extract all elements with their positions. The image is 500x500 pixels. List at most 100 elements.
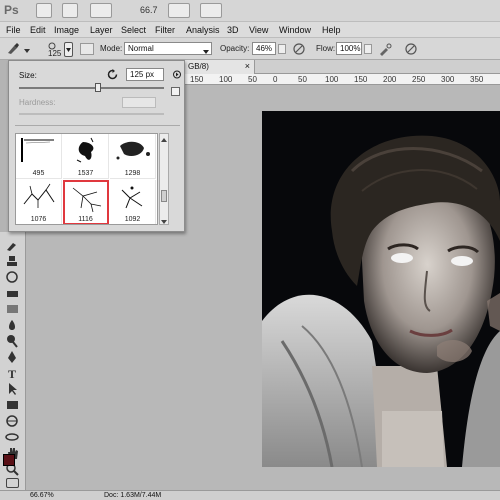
brush-preset-number: 1298	[124, 170, 141, 177]
flow-slider-arrow-icon[interactable]	[364, 44, 372, 54]
mode-label: Mode:	[100, 44, 123, 53]
clone-stamp-icon[interactable]	[5, 254, 20, 268]
airbrush-icon[interactable]	[378, 42, 392, 56]
type-icon[interactable]: T	[5, 366, 20, 381]
arrange-documents-button[interactable]	[168, 3, 190, 18]
status-bar: 66.67% Doc: 1.63M/7.44M	[0, 490, 500, 500]
preset-list-scrollbar[interactable]	[159, 133, 169, 225]
ruler-tick: 350	[470, 75, 484, 84]
menu-layer[interactable]: Layer	[90, 25, 113, 35]
path-selection-icon[interactable]	[5, 382, 20, 396]
brush-tool-chevron-icon[interactable]	[24, 46, 30, 53]
horizontal-ruler: 150 100 50 0 50 100 150 200 250 300 350	[185, 74, 500, 85]
screen-mode-button[interactable]	[200, 3, 222, 18]
opacity-label: Opacity:	[220, 44, 250, 53]
ruler-tick: 50	[248, 75, 257, 84]
brush-preset-1092[interactable]: 1092	[110, 180, 156, 224]
new-preset-icon[interactable]	[171, 87, 180, 96]
ruler-tick: 100	[325, 75, 339, 84]
brush-preset-1537[interactable]: 1537	[63, 134, 109, 179]
reset-size-icon[interactable]	[107, 69, 118, 80]
gradient-icon[interactable]	[5, 302, 20, 316]
brush-size-readout: 125	[48, 49, 62, 58]
scroll-down-icon[interactable]	[161, 217, 167, 224]
menu-view[interactable]: View	[249, 25, 268, 35]
brush-tool-icon[interactable]	[5, 42, 21, 56]
blur-icon[interactable]	[5, 318, 20, 332]
size-slider-track[interactable]	[19, 87, 164, 89]
flow-label: Flow:	[316, 44, 336, 53]
brush-picker-button[interactable]	[64, 42, 73, 57]
options-bar: 125 Mode: Normal Opacity: 46% Flow: 100%	[0, 38, 500, 60]
3d-rotate-icon[interactable]	[5, 414, 20, 428]
brush-preset-1076[interactable]: 1076	[16, 180, 62, 224]
brush-preset-number: 1116	[78, 216, 93, 223]
ruler-tick: 150	[354, 75, 368, 84]
zoom-level[interactable]: 66.7	[140, 5, 158, 15]
panel-menu-arrow-icon[interactable]	[173, 70, 181, 79]
brush-preset-number: 1092	[124, 216, 141, 223]
flow-field[interactable]: 100%	[336, 42, 362, 55]
size-slider-thumb[interactable]	[95, 83, 101, 92]
brush-preset-1298[interactable]: 1298	[110, 134, 156, 179]
hardness-slider-track	[19, 113, 164, 115]
3d-orbit-icon[interactable]	[5, 430, 20, 444]
menu-analysis[interactable]: Analysis	[186, 25, 220, 35]
opacity-field[interactable]: 46%	[252, 42, 276, 55]
pen-icon[interactable]	[5, 350, 20, 364]
mini-bridge-button[interactable]	[62, 3, 78, 18]
photoshop-logo: Ps	[4, 3, 19, 17]
menu-window[interactable]: Window	[279, 25, 311, 35]
menu-edit[interactable]: Edit	[30, 25, 46, 35]
brush-preset-number: 1537	[77, 170, 94, 177]
brush-tool-icon[interactable]	[5, 238, 20, 252]
view-extras-button[interactable]	[90, 3, 112, 18]
pressure-size-icon[interactable]	[404, 42, 418, 56]
scroll-thumb[interactable]	[161, 190, 167, 202]
mode-select[interactable]: Normal	[124, 42, 212, 55]
brush-preset-number: 495	[32, 170, 45, 177]
eraser-icon[interactable]	[5, 286, 20, 300]
foreground-color-swatch[interactable]	[3, 454, 15, 466]
quick-mask-icon[interactable]	[6, 478, 19, 488]
ruler-tick: 250	[412, 75, 426, 84]
pressure-opacity-icon[interactable]	[292, 42, 306, 56]
app-bar: Ps 66.7	[0, 0, 500, 22]
ruler-tick: 100	[219, 75, 233, 84]
history-brush-icon[interactable]	[5, 270, 20, 284]
brush-preset-number: 1076	[30, 216, 47, 223]
menu-file[interactable]: File	[6, 25, 21, 35]
document-tab-strip: GB/8) ×	[185, 60, 500, 74]
ruler-tick: 300	[441, 75, 455, 84]
document-tab-label: GB/8)	[188, 62, 209, 71]
size-label: Size:	[19, 71, 37, 80]
scroll-up-icon[interactable]	[161, 135, 167, 142]
document-tab[interactable]: GB/8) ×	[185, 60, 255, 74]
opacity-slider-arrow-icon[interactable]	[278, 44, 286, 54]
menu-image[interactable]: Image	[54, 25, 79, 35]
brush-preset-1116[interactable]: 1116	[63, 180, 109, 224]
divider	[15, 125, 180, 126]
hardness-field	[122, 97, 156, 108]
menu-filter[interactable]: Filter	[155, 25, 175, 35]
menu-3d[interactable]: 3D	[227, 25, 239, 35]
size-field[interactable]: 125 px	[126, 68, 164, 81]
mode-value: Normal	[128, 44, 154, 53]
menu-select[interactable]: Select	[121, 25, 146, 35]
brush-preset-list[interactable]: 495 1537 1298 1076 1116 1092	[15, 133, 158, 225]
hardness-label: Hardness:	[19, 98, 56, 107]
chevron-down-icon	[203, 47, 209, 56]
canvas-image[interactable]	[262, 111, 500, 467]
close-icon[interactable]: ×	[245, 61, 250, 71]
menu-help[interactable]: Help	[322, 25, 341, 35]
brush-preset-495[interactable]: 495	[16, 134, 62, 179]
bridge-button[interactable]	[36, 3, 52, 18]
tools-panel: T	[0, 232, 26, 494]
svg-text:T: T	[8, 367, 16, 380]
dodge-icon[interactable]	[5, 334, 20, 348]
status-zoom[interactable]: 66.67%	[30, 492, 54, 499]
brush-preset-picker: Size: 125 px Hardness: 495 1537 1298 107…	[8, 60, 185, 232]
rectangle-shape-icon[interactable]	[5, 398, 20, 412]
brush-panel-toggle-icon[interactable]	[80, 43, 94, 55]
ruler-tick: 0	[273, 75, 278, 84]
